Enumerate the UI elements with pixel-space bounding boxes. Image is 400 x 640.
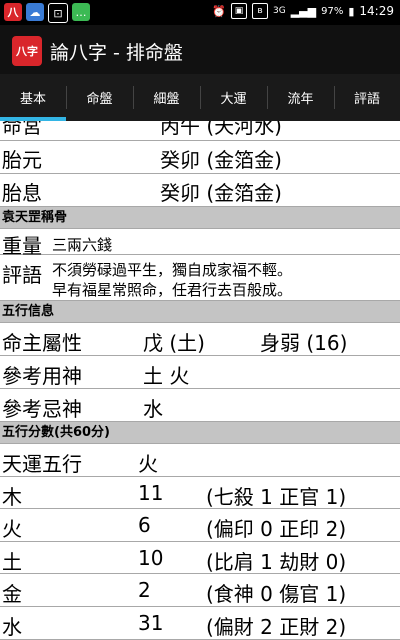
screenshot-icon: ⊡ (48, 3, 68, 23)
section-header-bone-weight: 袁天罡稱骨 (0, 207, 400, 229)
info-row-tianyun: 天運五行 火 (0, 444, 400, 477)
row-label: 參考用神 (2, 364, 82, 388)
section-header-five-elements-score: 五行分數(共60分) (0, 422, 400, 444)
row-label: 胎息 (2, 181, 42, 205)
row-detail: (食神 0 傷官 1) (206, 582, 347, 606)
tab-liunian[interactable]: 流年 (267, 74, 334, 121)
row-label: 天運五行 (2, 452, 82, 476)
status-bar: 八 ☁ ⊡ … ⏰ ▣ ʙ 3G ▂▄▆ 97% ▮ 14:29 (0, 0, 400, 25)
bluetooth-icon: ʙ (252, 3, 269, 19)
row-detail: (偏財 2 正財 2) (206, 615, 347, 639)
row-label: 命宮 (2, 121, 42, 138)
clock: 14:29 (359, 4, 394, 18)
tab-detail[interactable]: 細盤 (133, 74, 200, 121)
battery-text: 97% (321, 5, 344, 17)
battery-icon: ▮ (348, 4, 355, 18)
info-row-weight: 重量 三兩六錢 (0, 229, 400, 258)
info-row-useful-god: 參考用神 土 火 (0, 356, 400, 389)
main-content[interactable]: 命宮 丙午 (天河水) 胎元 癸卯 (金箔金) 胎息 癸卯 (金箔金) 袁天罡稱… (0, 121, 400, 640)
tab-bar: 基本 命盤 細盤 大運 流年 評語 (0, 74, 400, 121)
row-label: 金 (2, 582, 22, 606)
tab-dayun[interactable]: 大運 (200, 74, 267, 121)
info-row-minggong: 命宮 丙午 (天河水) (0, 121, 400, 141)
weather-icon: ☁ (26, 3, 44, 21)
row-value: 6 (138, 513, 151, 537)
tab-basic[interactable]: 基本 (0, 74, 66, 121)
comment-line-1: 不須勞碌過平生，獨自成家福不輕。 (52, 261, 293, 279)
row-value: 戊 (土) (143, 331, 205, 355)
row-extra: 身弱 (16) (260, 331, 348, 355)
row-label: 評語 (2, 263, 42, 287)
alarm-icon: ⏰ (212, 4, 227, 18)
section-header-five-elements-info: 五行信息 (0, 301, 400, 323)
row-label: 胎元 (2, 148, 42, 172)
row-value: 10 (138, 546, 164, 570)
app-logo-icon[interactable]: 八字 (12, 36, 42, 66)
row-label: 火 (2, 517, 22, 541)
row-value: 水 (143, 397, 163, 421)
row-detail: (比肩 1 劫財 0) (206, 550, 347, 574)
row-value: 31 (138, 611, 164, 635)
row-label: 土 (2, 550, 22, 574)
row-label: 參考忌神 (2, 397, 82, 421)
row-label: 木 (2, 485, 22, 509)
info-row-comment: 評語 不須勞碌過平生，獨自成家福不輕。 早有福星常照命，任君行去百般成。 (0, 255, 400, 301)
network-label: 3G (273, 6, 286, 16)
score-row-earth: 土 10 (比肩 1 劫財 0) (0, 542, 400, 574)
info-row-taiyuan: 胎元 癸卯 (金箔金) (0, 141, 400, 174)
row-value: 土 火 (143, 364, 190, 388)
score-row-wood: 木 11 (七殺 1 正官 1) (0, 477, 400, 509)
comment-line-2: 早有福星常照命，任君行去百般成。 (52, 281, 293, 299)
signal-icon: ▂▄▆ (290, 4, 317, 18)
row-value: 三兩六錢 (52, 236, 113, 254)
row-value: 11 (138, 481, 164, 505)
info-row-avoid-god: 參考忌神 水 (0, 389, 400, 422)
row-value: 2 (138, 578, 151, 602)
tab-chart[interactable]: 命盤 (66, 74, 133, 121)
score-row-metal: 金 2 (食神 0 傷官 1) (0, 574, 400, 607)
app-notification-icon: 八 (4, 3, 22, 21)
info-row-element-attr: 命主屬性 戊 (土) 身弱 (16) (0, 323, 400, 356)
row-value: 丙午 (天河水) (160, 121, 282, 138)
row-value: 癸卯 (金箔金) (160, 181, 282, 205)
app-title: 論八字 - 排命盤 (50, 42, 183, 64)
row-label: 水 (2, 615, 22, 639)
message-icon: … (72, 3, 90, 21)
row-value: 火 (138, 452, 158, 476)
row-value: 癸卯 (金箔金) (160, 148, 282, 172)
row-detail: (偏印 0 正印 2) (206, 517, 347, 541)
score-row-fire: 火 6 (偏印 0 正印 2) (0, 509, 400, 542)
tab-comment[interactable]: 評語 (334, 74, 400, 121)
row-label: 命主屬性 (2, 331, 82, 355)
image-icon: ▣ (231, 3, 248, 19)
info-row-taixi: 胎息 癸卯 (金箔金) (0, 174, 400, 207)
score-row-water: 水 31 (偏財 2 正財 2) (0, 607, 400, 640)
row-detail: (七殺 1 正官 1) (206, 485, 347, 509)
